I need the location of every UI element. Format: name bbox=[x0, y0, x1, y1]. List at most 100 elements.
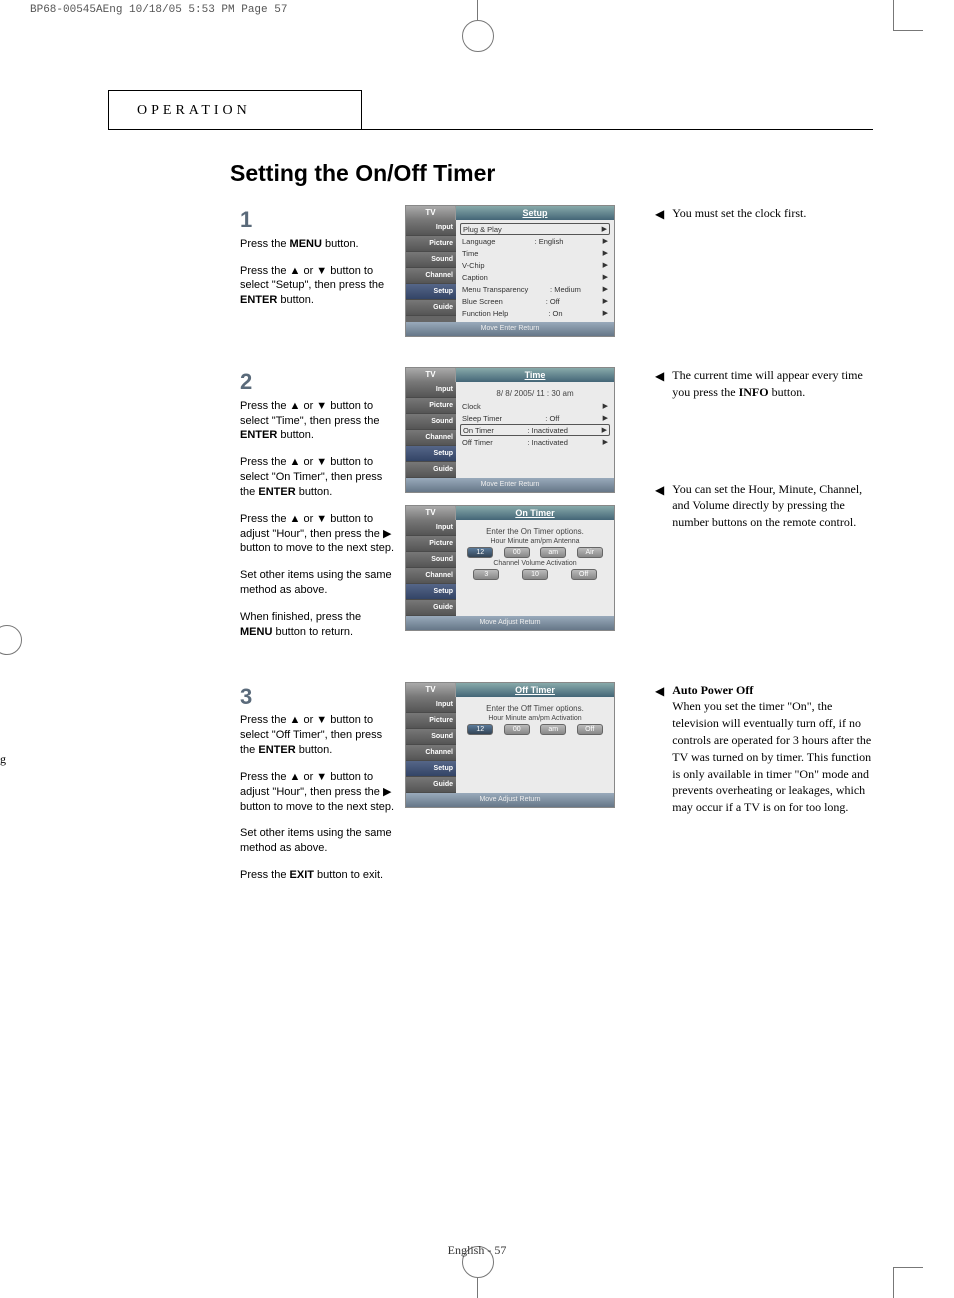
osd-side-sound: Sound bbox=[406, 414, 456, 430]
pointer-left-icon: ◀ bbox=[655, 368, 664, 401]
text: ENTER bbox=[258, 486, 295, 498]
note-1: ◀ You must set the clock first. bbox=[655, 205, 875, 223]
section-label: OPERATION bbox=[137, 103, 251, 118]
osd-minute: 00 bbox=[504, 724, 530, 735]
osd-col-head: Hour Minute am/pm Activation bbox=[460, 715, 610, 722]
crop-mark-left bbox=[0, 625, 22, 655]
osd-sidebar: Input Picture Sound Channel Setup Guide bbox=[406, 697, 456, 793]
osd-footer: Move Enter Return bbox=[406, 478, 614, 492]
page-number: English - 57 bbox=[448, 1243, 507, 1258]
note-title: Auto Power Off bbox=[672, 683, 753, 697]
osd-side-setup: Setup bbox=[406, 284, 456, 300]
osd-side-input: Input bbox=[406, 220, 456, 236]
osd-side-setup: Setup bbox=[406, 584, 456, 600]
pointer-left-icon: ◀ bbox=[655, 206, 664, 223]
osd-off-timer: TV Off Timer Input Picture Sound Channel… bbox=[405, 682, 615, 808]
osd-side-sound: Sound bbox=[406, 252, 456, 268]
osd-ampm: am bbox=[540, 724, 566, 735]
arrow-right-icon: ▶ bbox=[603, 402, 608, 410]
page-title: Setting the On/Off Timer bbox=[230, 160, 890, 187]
osd-antenna: Air bbox=[577, 547, 603, 558]
osd-prompt: Enter the On Timer options. bbox=[460, 523, 610, 538]
osd-side-sound: Sound bbox=[406, 552, 456, 568]
osd-tv-label: TV bbox=[406, 368, 456, 382]
text: INFO bbox=[739, 385, 769, 399]
osd-col-head: Channel Volume Activation bbox=[460, 560, 610, 567]
osd-sidebar: Input Picture Sound Channel Setup Guide bbox=[406, 382, 456, 478]
arrow-right-icon: ▶ bbox=[603, 273, 608, 281]
osd-side-picture: Picture bbox=[406, 236, 456, 252]
osd-side-sound: Sound bbox=[406, 729, 456, 745]
text: button. bbox=[296, 744, 333, 756]
pointer-left-icon: ◀ bbox=[655, 482, 664, 531]
text: MENU bbox=[290, 238, 322, 250]
note-text: The current time will appear every time … bbox=[672, 367, 875, 401]
osd-value: : Off bbox=[545, 414, 559, 423]
osd-side-channel: Channel bbox=[406, 268, 456, 284]
print-header: BP68-00545AEng 10/18/05 5:53 PM Page 57 bbox=[30, 4, 287, 16]
osd-side-picture: Picture bbox=[406, 713, 456, 729]
osd-side-picture: Picture bbox=[406, 536, 456, 552]
osd-item: Sleep Timer bbox=[462, 414, 502, 423]
crop-mark-top bbox=[457, 0, 497, 40]
text: ENTER bbox=[240, 294, 277, 306]
arrow-right-icon: ▶ bbox=[603, 309, 608, 317]
text: button. bbox=[296, 486, 333, 498]
osd-side-guide: Guide bbox=[406, 777, 456, 793]
arrow-right-icon: ▶ bbox=[603, 261, 608, 269]
osd-value: : Inactivated bbox=[527, 438, 567, 447]
osd-value: : On bbox=[548, 309, 562, 318]
osd-sidebar: Input Picture Sound Channel Setup Guide bbox=[406, 220, 456, 322]
osd-content: 8/ 8/ 2005/ 11 : 30 am Clock▶ Sleep Time… bbox=[456, 382, 614, 478]
osd-tv-label: TV bbox=[406, 506, 456, 520]
section-header: OPERATION bbox=[108, 90, 362, 130]
step-3-text: 3 Press the ▲ or ▼ button to select "Off… bbox=[240, 682, 395, 895]
text: When you set the timer "On", the televis… bbox=[672, 699, 871, 814]
arrow-right-icon: ▶ bbox=[603, 237, 608, 245]
stray-text: g bbox=[0, 752, 6, 767]
text: MENU bbox=[240, 626, 272, 638]
osd-side-setup: Setup bbox=[406, 761, 456, 777]
osd-col-head: Hour Minute am/pm Antenna bbox=[460, 538, 610, 545]
osd-tv-label: TV bbox=[406, 206, 456, 220]
text: button. bbox=[277, 294, 314, 306]
osd-title: Setup bbox=[456, 206, 614, 220]
osd-volume: 10 bbox=[522, 569, 548, 580]
step-number: 2 bbox=[240, 367, 395, 397]
osd-on-timer: TV On Timer Input Picture Sound Channel … bbox=[405, 505, 615, 631]
step-number: 1 bbox=[240, 205, 395, 235]
step-1-text: 1 Press the MENU button. Press the ▲ or … bbox=[240, 205, 395, 337]
text: EXIT bbox=[290, 869, 314, 881]
osd-channel: 3 bbox=[473, 569, 499, 580]
osd-item: V-Chip bbox=[462, 261, 485, 270]
osd-item: Time bbox=[462, 249, 478, 258]
text: Press the ▲ or ▼ button to adjust "Hour"… bbox=[240, 770, 395, 815]
note-3: ◀ You can set the Hour, Minute, Channel,… bbox=[655, 481, 875, 531]
osd-value: : Inactivated bbox=[528, 426, 568, 435]
osd-item: Function Help bbox=[462, 309, 508, 318]
text: Press the ▲ or ▼ button to select "Time"… bbox=[240, 400, 379, 427]
osd-side-setup: Setup bbox=[406, 446, 456, 462]
osd-value: : English bbox=[535, 237, 564, 246]
step-2-text: 2 Press the ▲ or ▼ button to select "Tim… bbox=[240, 367, 395, 652]
osd-sidebar: Input Picture Sound Channel Setup Guide bbox=[406, 520, 456, 616]
osd-item: Plug & Play bbox=[463, 225, 502, 234]
text: Press the ▲ or ▼ button to select "Setup… bbox=[240, 265, 384, 292]
text: button to exit. bbox=[314, 869, 383, 881]
osd-title: Off Timer bbox=[456, 683, 614, 697]
osd-side-guide: Guide bbox=[406, 300, 456, 316]
osd-footer: Move Enter Return bbox=[406, 322, 614, 336]
osd-datetime: 8/ 8/ 2005/ 11 : 30 am bbox=[460, 385, 610, 400]
text: ENTER bbox=[258, 744, 295, 756]
text: button. bbox=[769, 385, 806, 399]
osd-minute: 00 bbox=[504, 547, 530, 558]
note-2: ◀ The current time will appear every tim… bbox=[655, 367, 875, 401]
osd-activation: Off bbox=[577, 724, 603, 735]
text: Press the bbox=[240, 869, 290, 881]
osd-content: Enter the Off Timer options. Hour Minute… bbox=[456, 697, 614, 793]
osd-side-channel: Channel bbox=[406, 745, 456, 761]
step-2-row: 2 Press the ▲ or ▼ button to select "Tim… bbox=[100, 367, 890, 652]
osd-time-menu: TV Time Input Picture Sound Channel Setu… bbox=[405, 367, 615, 493]
osd-side-guide: Guide bbox=[406, 600, 456, 616]
arrow-right-icon: ▶ bbox=[603, 438, 608, 446]
